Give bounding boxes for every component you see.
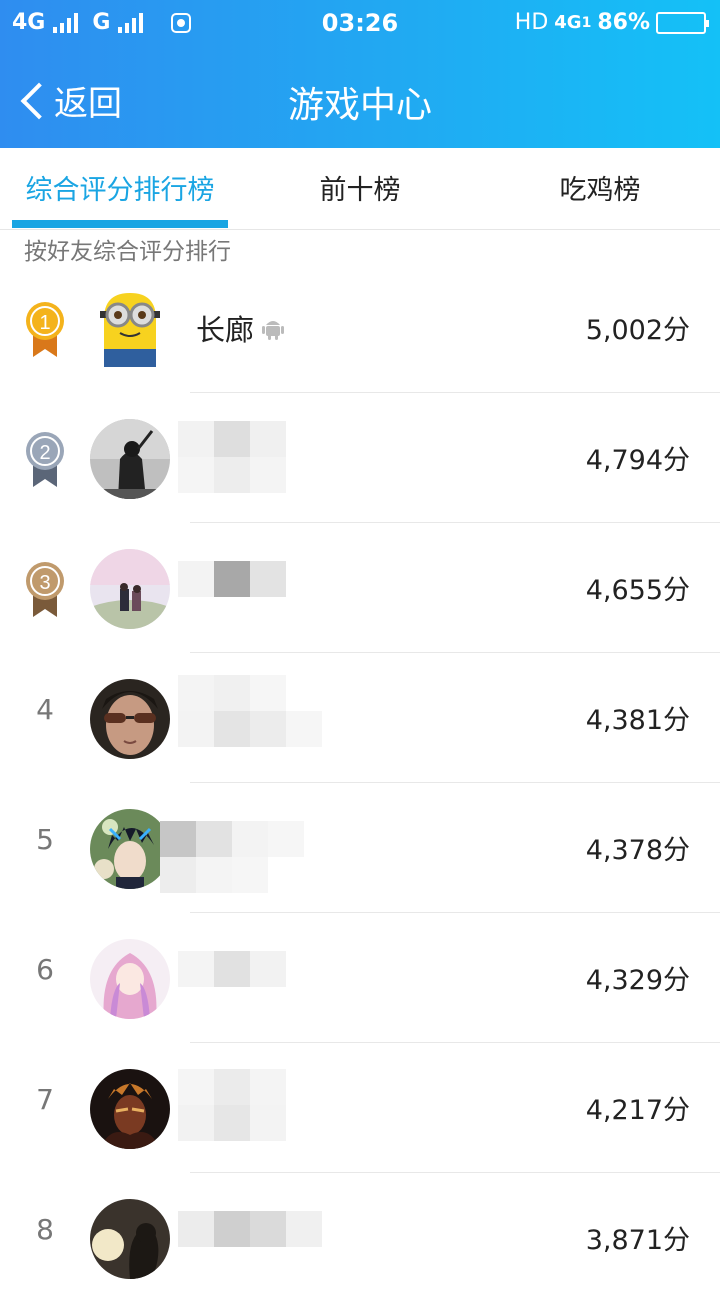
avatar[interactable]: [90, 1069, 170, 1149]
medal-rank-number: 1: [39, 312, 50, 334]
ranking-row[interactable]: 2 4,794分: [0, 393, 720, 523]
player-name: 长廊: [196, 307, 285, 349]
player-score: 4,381分: [585, 705, 690, 736]
name-pixelated: [178, 561, 322, 597]
gold-medal-icon: 1: [26, 302, 64, 357]
header-bar: 4G G 03:26 HD 4G 1 86% 返回 游戏中心: [0, 0, 720, 148]
battery-icon: [656, 11, 709, 34]
avatar[interactable]: [90, 809, 170, 889]
player-score: 4,378分: [585, 835, 690, 866]
avatar[interactable]: [90, 1199, 170, 1279]
player-score: 4,217分: [585, 1095, 690, 1126]
tab-chicken[interactable]: 吃鸡榜: [500, 168, 700, 207]
ranking-row[interactable]: 7 4,217分: [0, 1043, 720, 1173]
avatar[interactable]: [90, 679, 170, 759]
name-pixelated: [178, 1069, 322, 1141]
rank-number: 4: [36, 693, 54, 726]
battery-percent: 86%: [597, 10, 650, 35]
tab-bar: 综合评分排行榜 前十榜 吃鸡榜: [0, 148, 720, 230]
name-pixelated: [178, 421, 322, 493]
avatar[interactable]: [90, 419, 170, 499]
rank-number: 8: [36, 1213, 54, 1246]
silver-medal-icon: 2: [26, 432, 64, 487]
ranking-row[interactable]: 6 4,329分: [0, 913, 720, 1043]
hd-indicator: HD: [514, 10, 549, 35]
ranking-row[interactable]: 8 3,871分: [0, 1173, 720, 1303]
rank-number: 7: [36, 1083, 54, 1116]
ranking-row[interactable]: 3 4,655分: [0, 523, 720, 653]
name-pixelated: [178, 675, 322, 747]
ranking-row[interactable]: 5 4,378分: [0, 783, 720, 913]
ranking-row[interactable]: 1 长廊 5,002分: [0, 263, 720, 393]
bronze-medal-icon: 3: [26, 562, 64, 617]
ranking-row[interactable]: 4 4,381分: [0, 653, 720, 783]
rank-number: 6: [36, 953, 54, 986]
player-score: 3,871分: [585, 1225, 690, 1256]
avatar[interactable]: [90, 289, 170, 369]
player-score: 5,002分: [585, 315, 690, 346]
ranking-list: 1 长廊 5,002分 2 4,794分 3 4,655分 4 4,381分 5…: [0, 263, 720, 1303]
ranking-subtitle: 按好友综合评分排行: [24, 239, 231, 265]
rank-number: 5: [36, 823, 54, 856]
player-score: 4,655分: [585, 575, 690, 606]
status-right: HD 4G 1 86%: [514, 10, 709, 35]
player-score: 4,794分: [585, 445, 690, 476]
avatar[interactable]: [90, 939, 170, 1019]
tab-overall-score[interactable]: 综合评分排行榜: [12, 168, 228, 207]
name-pixelated: [178, 951, 322, 987]
name-pixelated: [160, 821, 304, 893]
medal-rank-number: 2: [39, 442, 50, 464]
nav-bar: 返回 游戏中心: [0, 48, 720, 148]
network-type-3: 4G: [554, 12, 582, 33]
player-score: 4,329分: [585, 965, 690, 996]
avatar[interactable]: [90, 549, 170, 629]
sim-label: 1: [581, 14, 592, 31]
active-tab-indicator: [12, 220, 228, 228]
android-icon: [262, 321, 285, 340]
tab-top-ten[interactable]: 前十榜: [260, 168, 460, 207]
page-title: 游戏中心: [287, 85, 432, 126]
player-name-text: 长廊: [196, 313, 255, 347]
status-bar: 4G G 03:26 HD 4G 1 86%: [0, 0, 720, 48]
name-pixelated: [178, 1211, 322, 1247]
medal-rank-number: 3: [39, 572, 50, 594]
